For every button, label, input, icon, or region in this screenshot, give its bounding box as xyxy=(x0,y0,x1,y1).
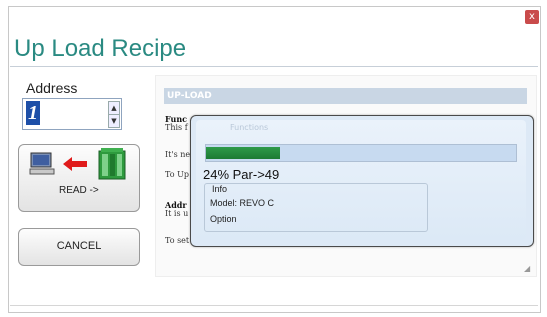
resize-grip-icon[interactable]: ◢ xyxy=(524,264,532,273)
content-line: This f xyxy=(165,123,188,132)
computer-icon xyxy=(29,152,55,175)
cancel-button-label: CANCEL xyxy=(56,240,102,252)
arrow-left-icon xyxy=(63,157,87,171)
dialog-ghost-title: Functions xyxy=(230,123,269,132)
controller-cabinet-icon xyxy=(98,148,126,180)
cancel-button[interactable]: CANCEL xyxy=(18,228,140,266)
progress-text: 24% Par->49 xyxy=(203,167,280,182)
read-button[interactable]: READ -> xyxy=(18,144,140,212)
option-text: Option xyxy=(210,214,237,224)
progress-bar xyxy=(205,144,517,162)
bottom-divider xyxy=(10,305,538,306)
title-divider xyxy=(10,66,538,67)
page-title: Up Load Recipe xyxy=(14,35,187,62)
address-stepper[interactable]: 1 ▲ ▼ xyxy=(22,98,122,130)
close-button[interactable]: x xyxy=(525,10,539,24)
content-line: It's ne xyxy=(165,150,191,159)
section-title: UP-LOAD xyxy=(164,88,527,104)
spin-down-button[interactable]: ▼ xyxy=(108,114,120,128)
content-line: To Up xyxy=(165,170,189,179)
content-line: It is u xyxy=(165,209,189,218)
progress-fill xyxy=(206,147,281,159)
address-label: Address xyxy=(26,80,78,96)
model-text: Model: REVO C xyxy=(210,198,275,208)
address-value[interactable]: 1 xyxy=(26,101,40,125)
spin-up-button[interactable]: ▲ xyxy=(108,101,120,115)
content-line: To set xyxy=(165,236,190,245)
read-button-label: READ -> xyxy=(59,185,99,196)
info-label: Info xyxy=(212,184,228,194)
